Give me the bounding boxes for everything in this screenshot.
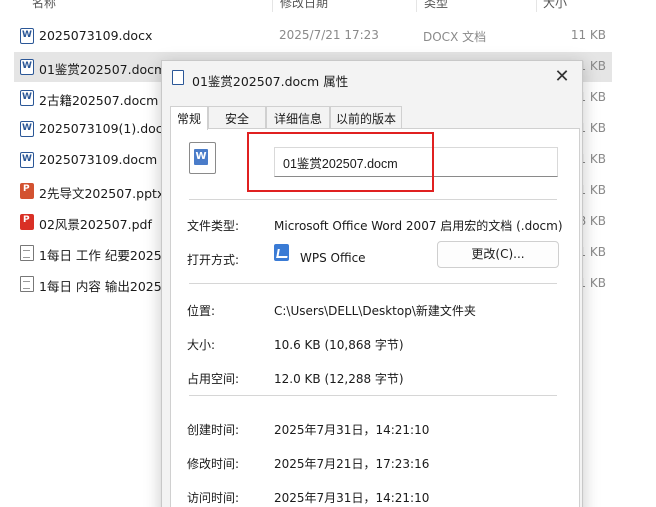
modified-label: 修改时间: [187,457,240,471]
size-label: 大小: [187,338,216,352]
file-type-value: Microsoft Office Word 2007 启用宏的文档 (.docm… [274,219,563,233]
file-type: DOCX 文档 [423,30,487,44]
file-size: 11 KB [570,28,606,42]
file-row[interactable]: 2025073109.docx 2025/7/21 17:23 DOCX 文档 … [14,21,612,51]
file-name: 2先导文202507.pptx [39,186,165,201]
powerpoint-icon [20,183,34,199]
close-icon[interactable]: ✕ [550,66,574,90]
column-date[interactable]: 修改日期 [280,0,328,11]
dialog-titlebar[interactable]: 01鉴赏202507.docm 属性 ✕ [162,61,582,95]
open-with-label: 打开方式: [187,253,240,267]
disk-size-value: 12.0 KB (12,288 字节) [274,372,404,386]
highlight-annotation [247,132,434,192]
modified-value: 2025年7月21日，17:23:16 [274,457,430,471]
tab-details[interactable]: 详细信息 [266,106,330,128]
file-name: 1每日 内容 输出20250 [39,279,170,294]
file-name: 02风景202507.pdf [39,217,152,232]
location-value: C:\Users\DELL\Desktop\新建文件夹 [274,304,476,318]
properties-dialog: 01鉴赏202507.docm 属性 ✕ 常规 安全 详细信息 以前的版本 W … [161,60,583,507]
file-name: 2025073109(1).docm [39,121,175,136]
word-doc-icon [20,28,34,44]
change-button[interactable]: 更改(C)... [437,241,559,268]
dialog-title: 01鉴赏202507.docm 属性 [192,74,349,89]
word-doc-icon [20,90,34,106]
open-with-value: WPS Office [300,251,366,265]
column-size[interactable]: 大小 [543,0,567,11]
word-doc-icon [172,70,184,85]
file-name: 2025073109.docm [39,152,158,167]
file-date: 2025/7/21 17:23 [279,28,379,42]
divider [189,199,557,200]
created-label: 创建时间: [187,423,240,437]
column-type[interactable]: 类型 [424,0,448,11]
file-name: 2古籍202507.docm [39,93,159,108]
tab-general[interactable]: 常规 [170,106,208,130]
accessed-value: 2025年7月31日，14:21:10 [274,491,430,505]
file-type-label: 文件类型: [187,219,240,233]
wps-office-icon [274,244,289,261]
tab-previous-versions[interactable]: 以前的版本 [330,106,402,128]
file-name: 2025073109.docx [39,28,153,43]
text-file-icon [20,245,34,261]
location-label: 位置: [187,304,216,318]
created-value: 2025年7月31日，14:21:10 [274,423,430,437]
column-header: 名称 修改日期 类型 大小 [0,0,656,12]
word-doc-icon [20,152,34,168]
pdf-icon [20,214,34,230]
file-name: 1每日 工作 纪要20250 [39,248,170,263]
word-doc-icon: W [189,142,216,174]
divider [189,395,557,396]
column-name[interactable]: 名称 [32,0,56,11]
tab-strip: 常规 安全 详细信息 以前的版本 [170,106,580,130]
accessed-label: 访问时间: [187,491,240,505]
word-doc-icon [20,121,34,137]
divider [189,283,557,284]
text-file-icon [20,276,34,292]
general-panel: W 文件类型: Microsoft Office Word 2007 启用宏的文… [170,128,580,507]
size-value: 10.6 KB (10,868 字节) [274,338,404,352]
file-name: 01鉴赏202507.docm [39,62,167,77]
tab-security[interactable]: 安全 [208,106,266,128]
disk-size-label: 占用空间: [187,372,240,386]
word-doc-icon [20,59,34,75]
